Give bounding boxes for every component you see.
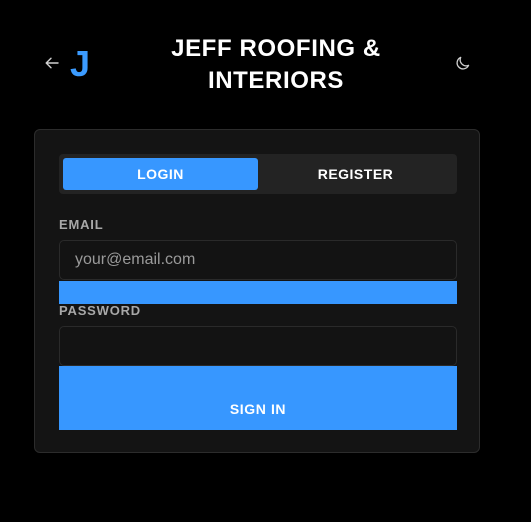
page-title: JEFF ROOFING & INTERIORS	[171, 35, 381, 94]
password-label: PASSWORD	[59, 303, 141, 318]
logo-letter[interactable]: J	[70, 44, 90, 84]
email-field[interactable]	[59, 240, 457, 280]
moon-icon	[455, 55, 471, 76]
back-button[interactable]	[42, 56, 62, 74]
auth-tabs: LOGIN REGISTER	[59, 154, 457, 194]
auth-card: LOGIN REGISTER EMAIL PASSWORD SIGN IN	[34, 129, 480, 453]
tab-register[interactable]: REGISTER	[258, 158, 453, 190]
login-page: J JEFF ROOFING & INTERIORS LOGIN REGISTE…	[0, 0, 531, 522]
tab-login[interactable]: LOGIN	[63, 158, 258, 190]
email-validation-bar	[59, 281, 457, 304]
password-field[interactable]	[59, 326, 457, 366]
sign-in-button[interactable]: SIGN IN	[59, 366, 457, 430]
theme-toggle-button[interactable]	[453, 55, 473, 75]
arrow-left-icon	[45, 56, 59, 74]
email-label: EMAIL	[59, 217, 104, 232]
